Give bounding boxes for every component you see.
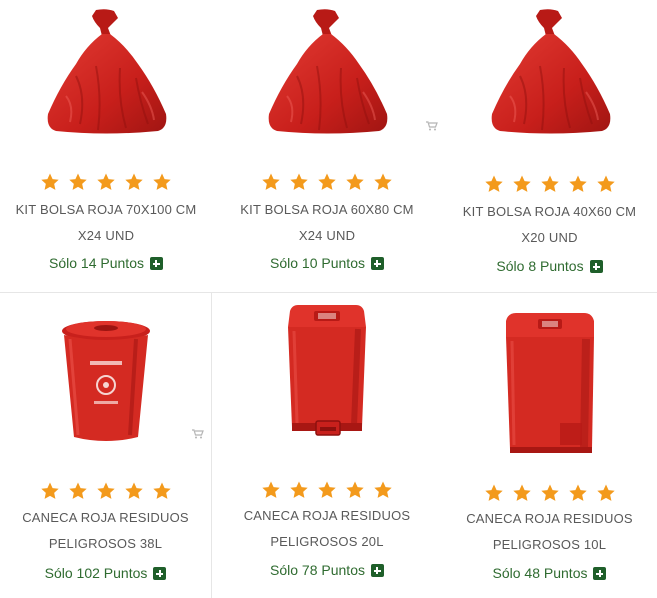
add-plus-icon[interactable] bbox=[149, 257, 163, 270]
product-price: Sólo 78 Puntos bbox=[212, 562, 442, 578]
star-icon bbox=[568, 174, 588, 194]
star-icon bbox=[540, 483, 560, 503]
product-title-line: PELIGROSOS 20L bbox=[270, 534, 384, 549]
star-icon bbox=[289, 172, 309, 192]
star-icon bbox=[68, 172, 88, 192]
product-title[interactable]: CANECA ROJA RESIDUOS PELIGROSOS 38L bbox=[4, 505, 207, 557]
product-card[interactable]: KIT BOLSA ROJA 60X80 CM X24 UND Sólo 10 … bbox=[212, 0, 442, 292]
star-icon bbox=[568, 483, 588, 503]
star-icon bbox=[96, 172, 116, 192]
star-icon bbox=[261, 480, 281, 500]
star-icon bbox=[152, 172, 172, 192]
product-image-red-round-bin[interactable] bbox=[56, 317, 156, 447]
star-icon bbox=[345, 172, 365, 192]
add-plus-icon[interactable] bbox=[153, 567, 167, 580]
product-title-line: X24 UND bbox=[298, 228, 356, 243]
price-label: Sólo 102 Puntos bbox=[44, 565, 148, 581]
star-icon bbox=[512, 174, 532, 194]
star-icon bbox=[484, 174, 504, 194]
cart-icon[interactable] bbox=[192, 429, 204, 439]
rating-stars bbox=[442, 174, 657, 199]
rating-stars bbox=[0, 172, 212, 197]
product-title-line: PELIGROSOS 10L bbox=[492, 537, 607, 552]
product-title[interactable]: KIT BOLSA ROJA 40X60 CM X20 UND bbox=[446, 199, 653, 251]
price-label: Sólo 78 Puntos bbox=[270, 562, 365, 578]
star-icon bbox=[124, 172, 144, 192]
product-title-line: X20 UND bbox=[521, 230, 578, 245]
star-icon bbox=[596, 174, 616, 194]
add-plus-icon[interactable] bbox=[370, 564, 384, 577]
add-plus-icon[interactable] bbox=[370, 257, 384, 270]
star-icon bbox=[512, 483, 532, 503]
star-icon bbox=[596, 483, 616, 503]
product-card[interactable]: KIT BOLSA ROJA 40X60 CM X20 UND Sólo 8 P… bbox=[442, 0, 657, 292]
cart-icon[interactable] bbox=[426, 121, 438, 131]
product-title-line: KIT BOLSA ROJA 40X60 CM bbox=[462, 204, 637, 219]
star-icon bbox=[96, 481, 116, 501]
price-label: Sólo 14 Puntos bbox=[49, 255, 144, 271]
product-card[interactable]: CANECA ROJA RESIDUOS PELIGROSOS 38L Sólo… bbox=[0, 292, 212, 598]
star-icon bbox=[317, 172, 337, 192]
star-icon bbox=[261, 172, 281, 192]
rating-stars bbox=[212, 480, 442, 505]
product-title-line: KIT BOLSA ROJA 70X100 CM bbox=[15, 202, 197, 217]
price-label: Sólo 10 Puntos bbox=[270, 255, 365, 271]
product-title[interactable]: KIT BOLSA ROJA 70X100 CM X24 UND bbox=[4, 197, 208, 249]
star-icon bbox=[289, 480, 309, 500]
product-image-red-trash-bag[interactable] bbox=[480, 6, 620, 136]
star-icon bbox=[373, 480, 393, 500]
product-price: Sólo 102 Puntos bbox=[0, 565, 211, 581]
product-image-red-pedal-bin[interactable] bbox=[500, 313, 600, 455]
star-icon bbox=[40, 172, 60, 192]
add-plus-icon[interactable] bbox=[589, 260, 603, 273]
product-image-red-trash-bag[interactable] bbox=[36, 6, 176, 136]
product-price: Sólo 14 Puntos bbox=[0, 255, 212, 271]
product-price: Sólo 48 Puntos bbox=[442, 565, 657, 581]
product-title-line: CANECA ROJA RESIDUOS bbox=[243, 508, 411, 523]
star-icon bbox=[540, 174, 560, 194]
product-title-line: X24 UND bbox=[77, 228, 135, 243]
star-icon bbox=[68, 481, 88, 501]
product-title[interactable]: CANECA ROJA RESIDUOS PELIGROSOS 20L bbox=[216, 503, 438, 555]
star-icon bbox=[40, 481, 60, 501]
star-icon bbox=[152, 481, 172, 501]
star-icon bbox=[345, 480, 365, 500]
rating-stars bbox=[212, 172, 442, 197]
price-label: Sólo 8 Puntos bbox=[496, 258, 584, 274]
star-icon bbox=[484, 483, 504, 503]
product-title-line: PELIGROSOS 38L bbox=[48, 536, 163, 551]
product-image-red-trash-bag[interactable] bbox=[257, 6, 397, 136]
star-icon bbox=[317, 480, 337, 500]
star-icon bbox=[124, 481, 144, 501]
product-title[interactable]: CANECA ROJA RESIDUOS PELIGROSOS 10L bbox=[446, 506, 653, 558]
product-price: Sólo 10 Puntos bbox=[212, 255, 442, 271]
product-title-line: CANECA ROJA RESIDUOS bbox=[466, 511, 633, 526]
product-title[interactable]: KIT BOLSA ROJA 60X80 CM X24 UND bbox=[216, 197, 438, 249]
product-image-red-pedal-bin[interactable] bbox=[282, 305, 372, 445]
product-title-line: KIT BOLSA ROJA 60X80 CM bbox=[240, 202, 414, 217]
product-price: Sólo 8 Puntos bbox=[442, 258, 657, 274]
rating-stars bbox=[0, 481, 211, 506]
price-label: Sólo 48 Puntos bbox=[492, 565, 588, 581]
product-card[interactable]: CANECA ROJA RESIDUOS PELIGROSOS 10L Sólo… bbox=[442, 292, 657, 598]
product-title-line: CANECA ROJA RESIDUOS bbox=[22, 510, 189, 525]
product-card[interactable]: CANECA ROJA RESIDUOS PELIGROSOS 20L Sólo… bbox=[212, 292, 442, 598]
add-plus-icon[interactable] bbox=[593, 567, 607, 580]
product-card[interactable]: KIT BOLSA ROJA 70X100 CM X24 UND Sólo 14… bbox=[0, 0, 212, 292]
star-icon bbox=[373, 172, 393, 192]
product-grid: KIT BOLSA ROJA 70X100 CM X24 UND Sólo 14… bbox=[0, 0, 657, 598]
rating-stars bbox=[442, 483, 657, 508]
